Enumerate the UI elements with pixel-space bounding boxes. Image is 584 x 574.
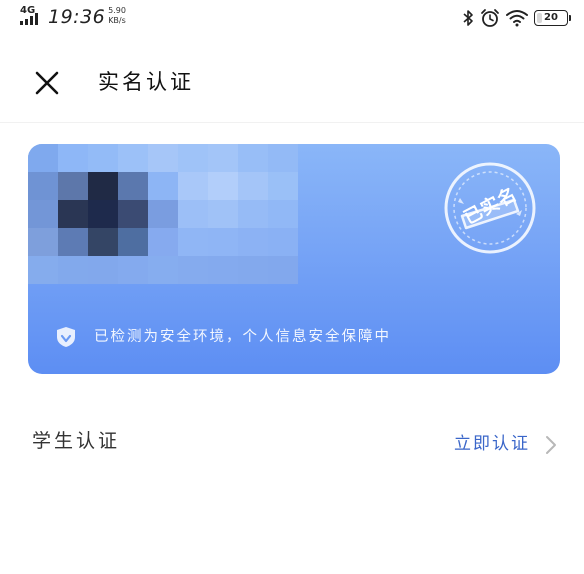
mosaic-cell	[88, 256, 118, 284]
mosaic-cell	[28, 200, 58, 228]
alarm-clock-icon	[480, 8, 500, 28]
page-title: 实名认证	[98, 70, 194, 94]
mosaic-cell	[58, 256, 88, 284]
battery-percent: 20	[544, 12, 558, 23]
battery-icon: 20	[534, 10, 571, 26]
mosaic-cell	[28, 172, 58, 200]
mosaic-cell	[238, 172, 268, 200]
mosaic-cell	[88, 200, 118, 228]
bluetooth-icon	[462, 9, 474, 27]
mosaic-cell	[208, 200, 238, 228]
mosaic-cell	[58, 172, 88, 200]
mosaic-cell	[88, 172, 118, 200]
mosaic-cell	[148, 172, 178, 200]
mosaic-cell	[88, 144, 118, 172]
status-time: 19:36	[48, 6, 106, 28]
mosaic-cell	[178, 256, 208, 284]
network-speed-value: 5.90	[108, 6, 126, 15]
close-icon	[35, 71, 59, 95]
mosaic-cell	[178, 172, 208, 200]
close-button[interactable]	[30, 66, 64, 100]
mosaic-cell	[238, 200, 268, 228]
app-header: 实名认证	[0, 52, 584, 112]
mosaic-cell	[28, 256, 58, 284]
mosaic-cell	[178, 200, 208, 228]
mosaic-cell	[118, 256, 148, 284]
network-type: 4G	[20, 5, 36, 16]
mosaic-cell	[268, 172, 298, 200]
student-verification-row[interactable]: 学生认证 立即认证	[0, 418, 584, 468]
header-divider	[0, 122, 584, 123]
safety-status: 已检测为安全环境，个人信息安全保障中	[56, 326, 391, 348]
battery-level	[537, 13, 542, 23]
mosaic-cell	[118, 144, 148, 172]
mosaic-cell	[238, 144, 268, 172]
mosaic-cell	[148, 256, 178, 284]
mosaic-cell	[58, 228, 88, 256]
verified-seal-stamp: 已实名	[440, 158, 540, 258]
mosaic-cell	[238, 228, 268, 256]
mosaic-cell	[208, 144, 238, 172]
mosaic-cell	[208, 172, 238, 200]
mosaic-cell	[268, 228, 298, 256]
mosaic-cell	[118, 200, 148, 228]
network-speed-unit: KB/s	[108, 16, 126, 25]
mosaic-cell	[148, 200, 178, 228]
mosaic-cell	[178, 144, 208, 172]
mosaic-cell	[268, 256, 298, 284]
safety-text: 已检测为安全环境，个人信息安全保障中	[94, 329, 391, 345]
cellular-signal-icon: 4G	[19, 6, 41, 28]
mosaic-cell	[118, 172, 148, 200]
mosaic-cell	[118, 228, 148, 256]
blurred-identity-info	[28, 144, 328, 284]
mosaic-cell	[238, 256, 268, 284]
verify-now-link[interactable]: 立即认证	[454, 432, 530, 456]
mosaic-cell	[268, 200, 298, 228]
shield-check-icon	[57, 327, 75, 347]
status-icons: 20	[462, 7, 571, 29]
mosaic-cell	[88, 228, 118, 256]
mosaic-cell	[58, 144, 88, 172]
status-bar: 4G 19:36 5.90 KB/s 20	[0, 0, 584, 36]
mosaic-cell	[178, 228, 208, 256]
mosaic-cell	[148, 228, 178, 256]
mosaic-cell	[268, 144, 298, 172]
real-name-card: 已实名 已检测为安全环境，个人信息安全保障中	[28, 144, 560, 374]
network-speed: 5.90 KB/s	[102, 6, 132, 26]
chevron-right-icon	[546, 436, 556, 454]
mosaic-cell	[28, 144, 58, 172]
wifi-icon	[506, 9, 528, 27]
mosaic-cell	[148, 144, 178, 172]
mosaic-cell	[208, 228, 238, 256]
mosaic-cell	[28, 228, 58, 256]
mosaic-cell	[58, 200, 88, 228]
mosaic-cell	[208, 256, 238, 284]
student-verification-label: 学生认证	[32, 430, 121, 452]
